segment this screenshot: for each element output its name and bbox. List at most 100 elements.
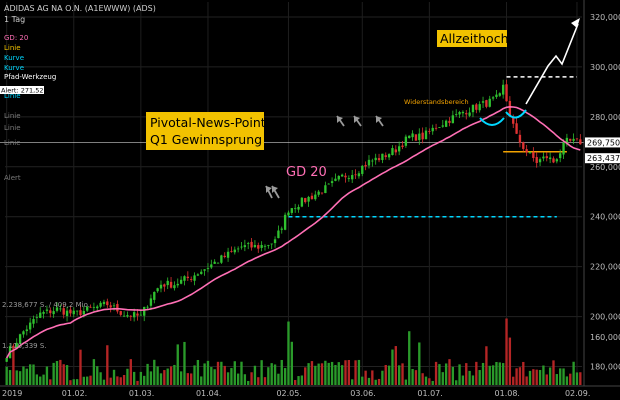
volume-bar [62,364,65,385]
volume-bar [508,337,512,385]
candle [401,145,404,148]
moving-average-line [6,105,581,359]
volume-bar [421,373,424,385]
candle [471,104,475,113]
volume-bar [374,379,377,385]
y-tick-label: 220,000 [590,263,620,272]
candle [397,146,401,152]
candle [119,311,122,315]
volume-bar [361,376,364,385]
pivotal-news-sublabel: Q1 Gewinnsprung [150,132,262,147]
volume-bar [314,365,317,385]
volume-bar [327,362,330,385]
volume-bar [18,371,22,385]
candle [22,331,25,335]
indicator-legend: GD: 20LinieKurveKurvePfad-WerkzeugLinieL… [4,34,56,182]
volume-bar [538,370,542,385]
volume-bar [334,365,337,385]
candle [223,255,226,258]
volume-bar [488,365,491,385]
candle [569,138,572,141]
volume-bar [525,376,528,385]
candle [310,195,314,199]
volume-bar [203,363,206,385]
volume-bar [441,372,444,385]
volume-bar [367,377,371,385]
candle [136,313,139,316]
volume-bar [535,369,538,385]
candle [538,159,542,163]
volume-bar [247,380,250,385]
candle [411,133,414,138]
candle [79,310,82,316]
candle [367,159,371,166]
volume-bar [129,359,132,385]
candle [451,115,455,124]
allzeithoch-annotation: Allzeithoch [437,30,509,47]
candle [173,285,176,289]
candle [220,255,223,263]
volume-bar [297,376,300,385]
volume-bar [458,364,461,385]
candle [481,101,485,103]
volume-bar [273,364,277,385]
candle [193,275,196,281]
candle [518,134,522,143]
x-tick-label: 02.05. [276,389,301,398]
candle [374,157,377,161]
volume-bar [119,377,122,385]
candle [438,127,441,128]
volume-bar [434,361,438,385]
candle [314,194,317,200]
volume-bar [79,349,82,385]
candle [535,157,538,163]
volume-bar [260,360,263,385]
volume-bar [233,361,236,385]
indicator-label: GD: 20 [4,34,28,42]
chart-window: 180,000 200,000 220,000 240,000 260,000 280,0… [0,0,620,400]
volume-bar [106,345,109,385]
volume-bar [481,362,485,385]
volume-bar [109,377,112,385]
x-tick-label: 01.08. [495,389,520,398]
volume-bar [15,370,18,385]
candle [552,158,555,163]
volume-bar [354,360,357,385]
candle [75,310,79,312]
candle [431,127,434,132]
projection-arrowhead [571,18,580,28]
volume-bar [411,369,414,385]
candle [92,306,96,308]
volume-bar [455,380,458,385]
indicator-label: Linie [4,112,21,120]
volume-bar [213,369,216,385]
candle [250,241,253,248]
volume-bar [65,365,69,385]
candle [129,315,132,317]
indicator-label: Linie [4,44,21,52]
volume-bar [139,371,143,385]
candle [320,192,324,194]
candle [267,245,270,246]
price-chart[interactable]: 180,000 200,000 220,000 240,000 260,000 280,0… [0,0,620,400]
candle [351,175,354,180]
alert-tag[interactable]: Alert: 271,521 [0,86,48,95]
candle [424,130,428,140]
candle [579,139,582,145]
volume-bar [552,360,555,385]
candle [179,279,183,284]
volume-bar [384,364,387,385]
candle [72,310,75,315]
candle [478,104,481,111]
candle [384,155,387,158]
chart-interval: 1 Tag [4,15,25,24]
candle [163,284,166,287]
candle [183,276,186,281]
volume-bar [324,360,327,385]
candle [233,249,236,253]
candle [387,154,391,158]
volume-bar [501,363,505,385]
candles [5,79,582,363]
candle [102,301,106,305]
volume-bar [444,363,448,385]
